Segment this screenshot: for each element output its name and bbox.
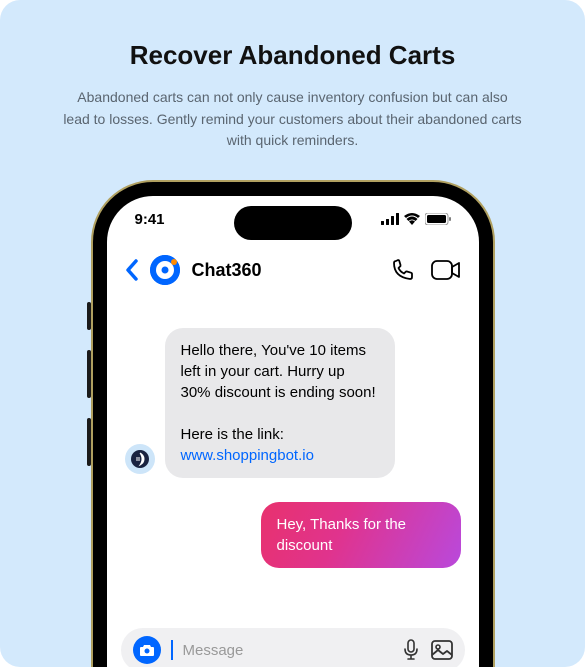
side-button xyxy=(87,302,91,330)
user-message-bubble: Hey, Thanks for the discount xyxy=(261,502,461,568)
bot-avatar-icon xyxy=(125,444,155,474)
chat-avatar-icon xyxy=(150,255,180,285)
signal-icon xyxy=(381,213,399,225)
back-button[interactable] xyxy=(125,259,138,281)
dynamic-island xyxy=(234,206,352,240)
message-input[interactable]: Message xyxy=(183,642,393,659)
wifi-icon xyxy=(404,213,420,225)
message-input-bar: Message xyxy=(121,628,465,667)
status-time: 9:41 xyxy=(135,211,165,228)
input-cursor xyxy=(171,640,173,660)
gallery-icon[interactable] xyxy=(431,640,453,660)
header-action-icons xyxy=(391,258,461,282)
phone-call-icon[interactable] xyxy=(391,258,415,282)
input-action-icons xyxy=(403,639,453,661)
status-icons xyxy=(381,213,451,225)
status-bar: 9:41 xyxy=(107,196,479,242)
bot-message-link[interactable]: www.shoppingbot.io xyxy=(181,447,314,464)
bot-message-row: Hello there, You've 10 items left in you… xyxy=(125,328,461,478)
phone-side-buttons xyxy=(87,302,91,486)
side-button xyxy=(87,418,91,466)
feature-description: Abandoned carts can not only cause inven… xyxy=(63,87,523,152)
messages-area: Hello there, You've 10 items left in you… xyxy=(107,298,479,588)
bot-message-bubble: Hello there, You've 10 items left in you… xyxy=(165,328,395,478)
bot-message-text: Hello there, You've 10 items left in you… xyxy=(181,342,376,401)
phone-frame: 9:41 Chat360 xyxy=(93,182,493,667)
user-message-row: Hey, Thanks for the discount xyxy=(125,502,461,568)
chat-title: Chat360 xyxy=(192,260,379,281)
camera-button[interactable] xyxy=(133,636,161,664)
video-call-icon[interactable] xyxy=(431,260,461,280)
microphone-icon[interactable] xyxy=(403,639,419,661)
feature-card: Recover Abandoned Carts Abandoned carts … xyxy=(0,0,585,667)
feature-heading: Recover Abandoned Carts xyxy=(0,40,585,71)
side-button xyxy=(87,350,91,398)
phone-mockup: 9:41 Chat360 xyxy=(93,182,493,667)
battery-icon xyxy=(425,213,451,225)
chat-header: Chat360 xyxy=(107,242,479,298)
bot-message-link-label: Here is the link: xyxy=(181,426,284,443)
